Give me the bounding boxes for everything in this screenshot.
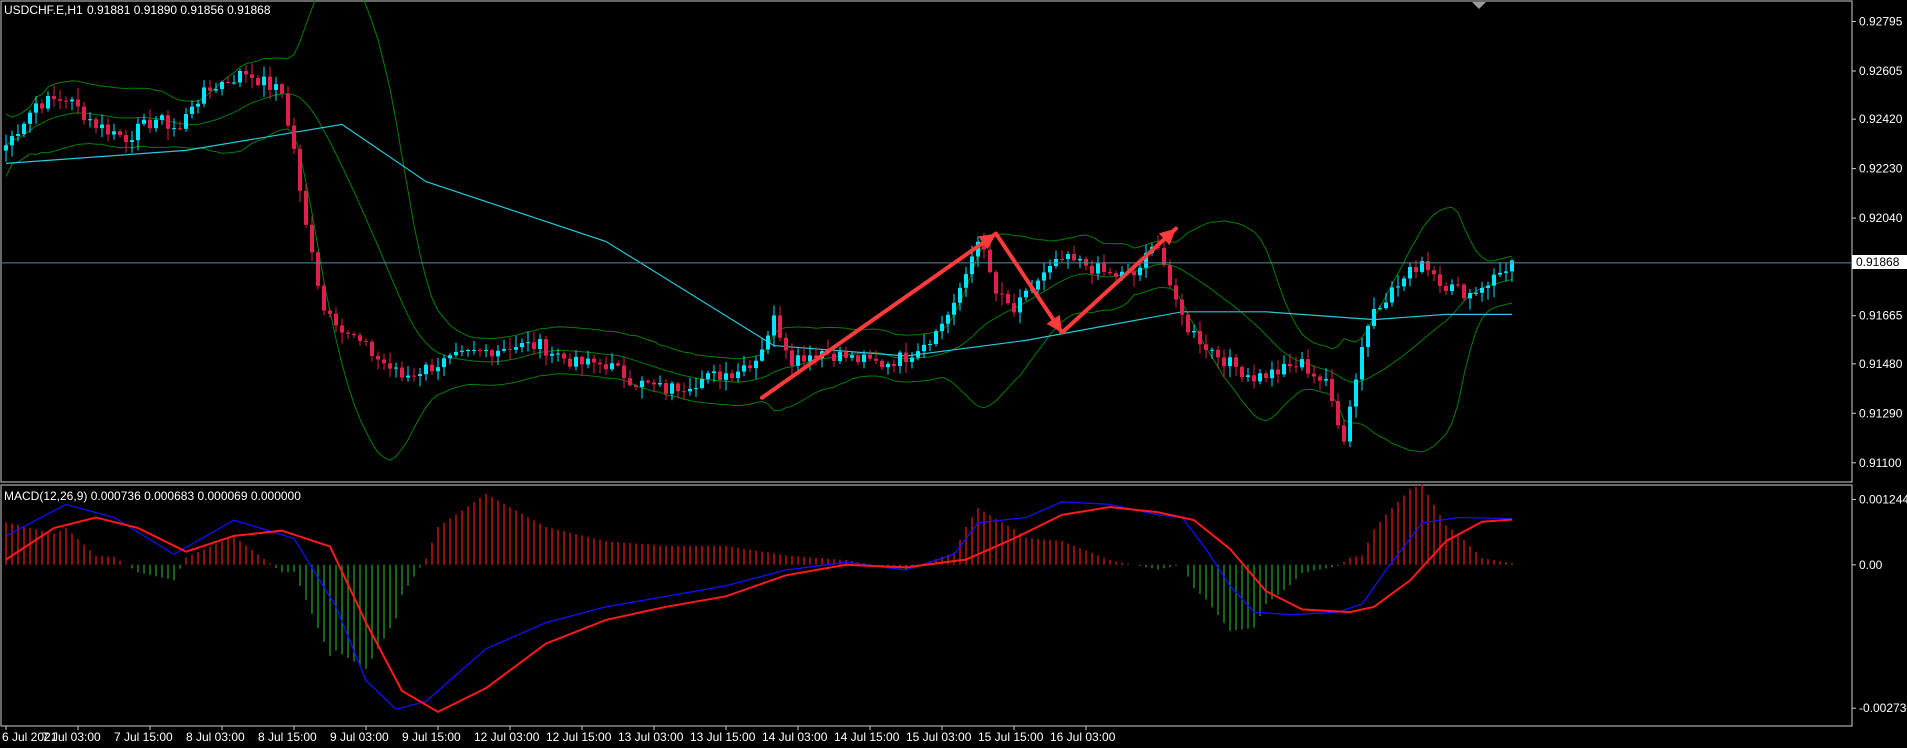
time-tick-label: 7 Jul 15:00 <box>114 730 173 744</box>
symbol-label: USDCHF.E,H1 <box>4 3 83 17</box>
time-tick-label: 15 Jul 03:00 <box>906 730 972 744</box>
time-tick-label: 14 Jul 03:00 <box>762 730 828 744</box>
candle <box>322 283 326 316</box>
current-price-label: 0.91868 <box>1856 255 1900 269</box>
price-tick-label: 0.92230 <box>1859 162 1903 176</box>
price-tick-label: 0.92420 <box>1859 112 1903 126</box>
macd-tick-label: 0.00 <box>1859 558 1883 572</box>
time-tick-label: 8 Jul 15:00 <box>258 730 317 744</box>
price-tick-label: 0.91480 <box>1859 357 1903 371</box>
time-tick-label: 15 Jul 15:00 <box>978 730 1044 744</box>
time-tick-label: 16 Jul 03:00 <box>1050 730 1116 744</box>
time-tick-label: 14 Jul 15:00 <box>834 730 900 744</box>
macd-label: MACD(12,26,9) 0.000736 0.000683 0.000069… <box>4 489 301 503</box>
trading-chart: 0.92795 0.92605 0.92420 0.92230 0.92040 0.916… <box>0 0 1907 748</box>
price-tick-label: 0.92795 <box>1859 15 1903 29</box>
time-tick-label: 12 Jul 03:00 <box>474 730 540 744</box>
time-tick-label: 13 Jul 15:00 <box>690 730 756 744</box>
time-tick-label: 9 Jul 15:00 <box>402 730 461 744</box>
price-tick-label: 0.91290 <box>1859 406 1903 420</box>
time-tick-label: 12 Jul 15:00 <box>546 730 612 744</box>
candle <box>1348 400 1352 448</box>
time-tick-label: 8 Jul 03:00 <box>186 730 245 744</box>
time-tick-label: 13 Jul 03:00 <box>618 730 684 744</box>
candle <box>934 329 938 347</box>
candle <box>1186 311 1190 336</box>
price-tick-label: 0.91100 <box>1859 456 1902 470</box>
time-tick-label: 7 Jul 03:00 <box>42 730 101 744</box>
macd-tick-label: -0.002730 <box>1859 701 1907 715</box>
price-tick-label: 0.92040 <box>1859 211 1903 225</box>
macd-tick-label: 0.001244 <box>1859 492 1907 506</box>
price-tick-label: 0.91665 <box>1859 309 1903 323</box>
time-tick-label: 9 Jul 03:00 <box>330 730 389 744</box>
price-tick-label: 0.92605 <box>1859 64 1903 78</box>
ohlc-readout: 0.91881 0.91890 0.91856 0.91868 <box>87 3 271 17</box>
candle <box>316 250 320 290</box>
